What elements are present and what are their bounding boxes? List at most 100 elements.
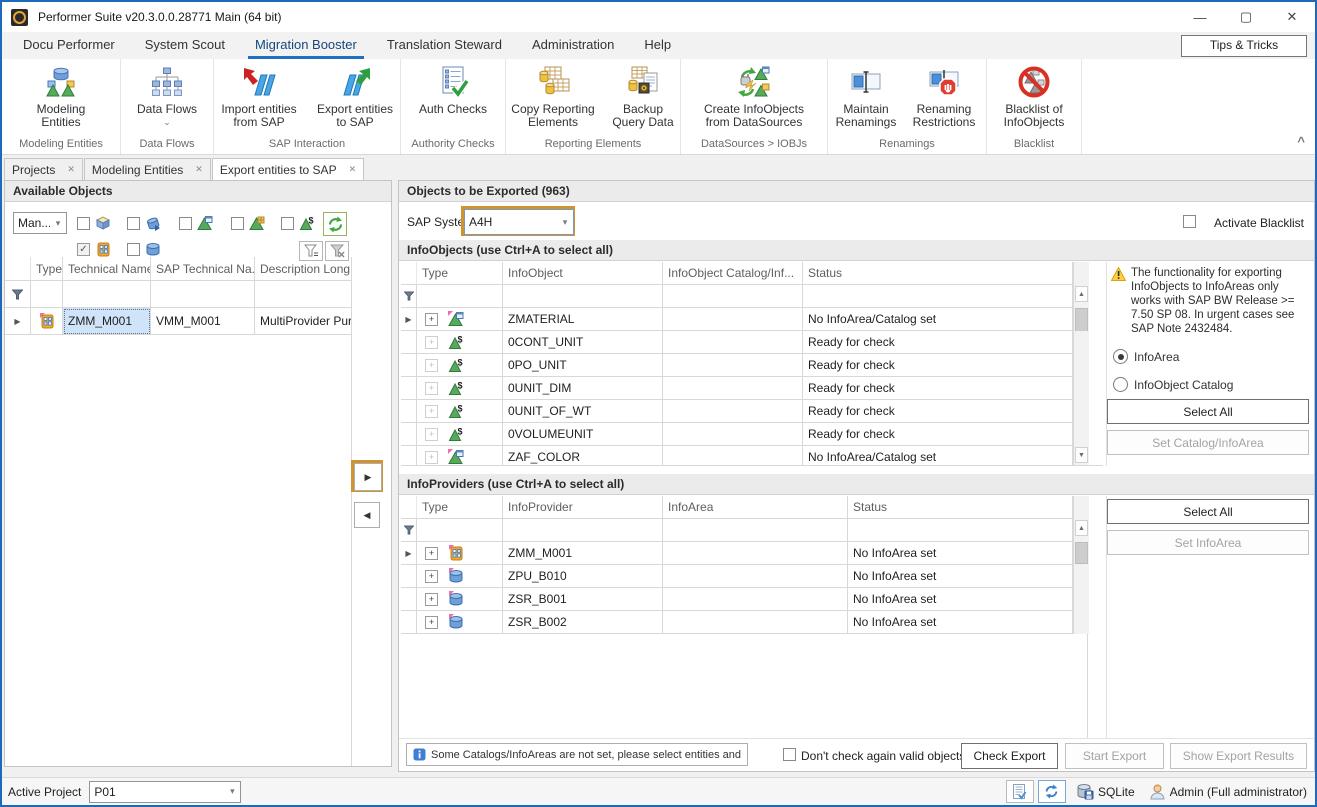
filter-keyfigure-checkbox[interactable] <box>281 217 294 230</box>
filter-characteristic-checkbox[interactable] <box>179 217 192 230</box>
cell-status[interactable]: No InfoArea/Catalog set <box>803 308 1073 331</box>
tab-projects[interactable]: Projects ✕ <box>4 158 83 181</box>
auth-checks-button[interactable]: Auth Checks <box>410 63 496 118</box>
start-export-button[interactable]: Start Export <box>1065 743 1164 769</box>
infoproviders-select-all-button[interactable]: Select All <box>1107 499 1309 524</box>
cell-catalog[interactable] <box>663 446 803 466</box>
cell-infoarea[interactable] <box>663 588 848 611</box>
col-infoobject[interactable]: InfoObject <box>503 262 663 285</box>
radio-infoarea-option[interactable]: InfoArea <box>1107 336 1312 364</box>
cell-infoprovider[interactable]: ZSR_B001 <box>503 588 663 611</box>
sap-system-dropdown[interactable]: A4H ▾ <box>464 209 574 235</box>
refresh-button[interactable] <box>323 212 347 236</box>
cell-infoarea[interactable] <box>663 565 848 588</box>
table-row[interactable]: + ZSR_B001 No InfoArea set <box>401 588 1103 611</box>
col-sap-technical-name[interactable]: SAP Technical Na... <box>151 257 255 281</box>
col-infoarea[interactable]: InfoArea <box>663 496 848 519</box>
table-row[interactable]: + $ 0PO_UNIT Ready for check <box>401 354 1103 377</box>
expand-icon[interactable]: + <box>425 593 438 606</box>
cell-infoprovider[interactable]: ZMM_M001 <box>503 542 663 565</box>
maximize-button[interactable]: ▢ <box>1223 2 1269 32</box>
table-row[interactable]: ▶ + ZMM_M001 No InfoArea set <box>401 542 1103 565</box>
table-row[interactable]: + $ 0VOLUMEUNIT Ready for check <box>401 423 1103 446</box>
col-status[interactable]: Status <box>803 262 1073 285</box>
maintain-renamings-button[interactable]: Maintain Renamings <box>830 63 902 131</box>
cell-infoarea[interactable] <box>663 542 848 565</box>
report-log-button[interactable] <box>1006 780 1034 803</box>
tips-and-tricks-button[interactable]: Tips & Tricks <box>1181 35 1307 57</box>
menu-tab-translation-steward[interactable]: Translation Steward <box>372 32 517 59</box>
col-type[interactable]: Type <box>417 262 503 285</box>
radio-infoarea[interactable] <box>1113 349 1128 364</box>
filter-cell[interactable] <box>848 519 1073 542</box>
cell-infoobject[interactable]: 0UNIT_OF_WT <box>503 400 663 423</box>
cell-infoobject[interactable]: 0UNIT_DIM <box>503 377 663 400</box>
menu-tab-docu-performer[interactable]: Docu Performer <box>8 32 130 59</box>
cell-infoprovider[interactable]: ZPU_B010 <box>503 565 663 588</box>
expand-icon[interactable]: + <box>425 382 438 395</box>
filter-dso-checkbox[interactable] <box>127 243 140 256</box>
renaming-restrictions-button[interactable]: Renaming Restrictions <box>904 63 984 131</box>
filter-multiprovider-checkbox[interactable]: ✓ <box>77 243 90 256</box>
expand-icon[interactable]: + <box>425 428 438 441</box>
cell-catalog[interactable] <box>663 331 803 354</box>
scroll-up-icon[interactable]: ▲ <box>1075 286 1088 302</box>
filter-cell[interactable] <box>803 285 1073 308</box>
menu-tab-migration-booster[interactable]: Migration Booster <box>240 32 372 59</box>
tab-modeling-entities[interactable]: Modeling Entities ✕ <box>84 158 211 181</box>
col-type[interactable]: Type <box>417 496 503 519</box>
modeling-entities-button[interactable]: Modeling Entities <box>30 63 92 131</box>
cell-catalog[interactable] <box>663 308 803 331</box>
expand-icon[interactable]: + <box>425 451 438 464</box>
copy-reporting-elements-button[interactable]: Copy Reporting Elements <box>504 63 602 131</box>
table-row[interactable]: + $ 0UNIT_OF_WT Ready for check <box>401 400 1103 423</box>
radio-infoobject-catalog-option[interactable]: InfoObject Catalog <box>1107 364 1312 392</box>
cell-catalog[interactable] <box>663 354 803 377</box>
filter-cell[interactable] <box>417 285 503 308</box>
move-right-button[interactable]: ▶ <box>354 463 382 491</box>
infoobjects-select-all-button[interactable]: Select All <box>1107 399 1309 424</box>
dont-check-again-checkbox[interactable] <box>783 748 796 761</box>
cell-infoobject[interactable]: ZAF_COLOR <box>503 446 663 466</box>
cell-technical-name[interactable]: ZMM_M001 <box>63 308 151 335</box>
menu-tab-system-scout[interactable]: System Scout <box>130 32 240 59</box>
cell-catalog[interactable] <box>663 377 803 400</box>
filter-cell[interactable] <box>663 285 803 308</box>
col-type[interactable]: Type <box>31 257 63 281</box>
col-infoprovider[interactable]: InfoProvider <box>503 496 663 519</box>
filter-characteristic2-checkbox[interactable] <box>231 217 244 230</box>
cell-infoarea[interactable] <box>663 611 848 634</box>
create-infoobjects-button[interactable]: Create InfoObjects from DataSources <box>691 63 817 131</box>
cell-status[interactable]: No InfoArea set <box>848 588 1073 611</box>
cell-catalog[interactable] <box>663 400 803 423</box>
activate-blacklist-checkbox[interactable] <box>1183 215 1196 228</box>
cell-status[interactable]: No InfoArea set <box>848 542 1073 565</box>
expand-icon[interactable]: + <box>425 616 438 629</box>
cell-infoobject[interactable]: 0PO_UNIT <box>503 354 663 377</box>
close-icon[interactable]: ✕ <box>349 164 357 175</box>
expand-icon[interactable]: + <box>425 547 438 560</box>
tab-export-entities-to-sap[interactable]: Export entities to SAP ✕ <box>212 158 364 181</box>
close-button[interactable]: ✕ <box>1269 2 1315 32</box>
cell-status[interactable]: Ready for check <box>803 377 1073 400</box>
move-left-button[interactable]: ◀ <box>354 502 380 528</box>
scroll-up-icon[interactable]: ▲ <box>1075 520 1088 536</box>
close-icon[interactable]: ✕ <box>67 164 75 175</box>
expand-icon[interactable]: + <box>425 313 438 326</box>
cell-infoobject[interactable]: 0CONT_UNIT <box>503 331 663 354</box>
backup-query-data-button[interactable]: Backup Query Data <box>604 63 682 131</box>
filter-cube-checkbox[interactable] <box>77 217 90 230</box>
filter-cell[interactable] <box>417 519 503 542</box>
filter-cell[interactable] <box>63 281 151 308</box>
cell-status[interactable]: Ready for check <box>803 423 1073 446</box>
cell-status[interactable]: No InfoArea/Catalog set <box>803 446 1073 466</box>
table-row[interactable]: + ZPU_B010 No InfoArea set <box>401 565 1103 588</box>
scroll-down-icon[interactable]: ▼ <box>1075 447 1088 463</box>
minimize-button[interactable]: — <box>1177 2 1223 32</box>
show-export-results-button[interactable]: Show Export Results <box>1170 743 1307 769</box>
radio-infoobject-catalog[interactable] <box>1113 377 1128 392</box>
cell-status[interactable]: No InfoArea set <box>848 565 1073 588</box>
menu-tab-help[interactable]: Help <box>629 32 686 59</box>
cell-infoobject[interactable]: 0VOLUMEUNIT <box>503 423 663 446</box>
cell-status[interactable]: Ready for check <box>803 354 1073 377</box>
